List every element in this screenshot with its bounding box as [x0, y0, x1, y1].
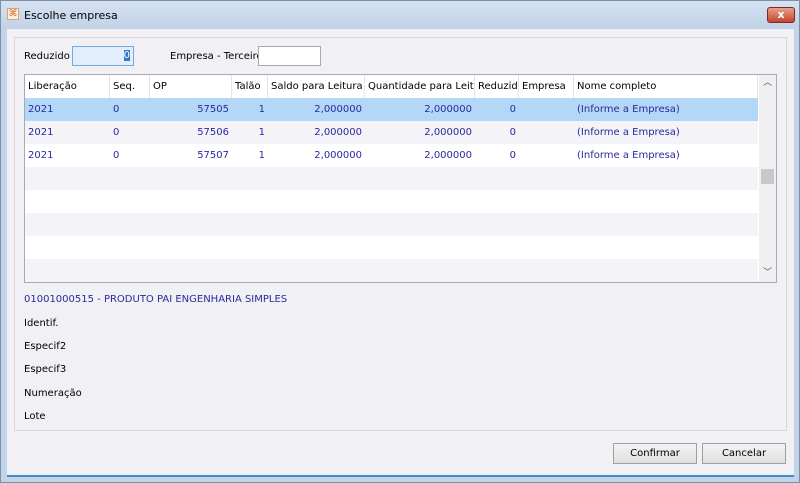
- table-cell: 0: [113, 150, 120, 161]
- table-row[interactable]: 2021 0 57507 1 2,000000 2,000000 0 (Informe a E…: [25, 144, 758, 167]
- column-header[interactable]: Liberação: [25, 75, 110, 98]
- window-title: Escolhe empresa: [24, 9, 118, 22]
- column-header[interactable]: Quantidade para Leitura: [365, 75, 475, 98]
- especif2-label: Especif2: [24, 341, 67, 352]
- scroll-thumb[interactable]: [761, 169, 774, 184]
- table-cell: 0: [509, 104, 516, 115]
- table-cell: 0: [113, 104, 120, 115]
- column-header[interactable]: Reduzido: [475, 75, 519, 98]
- table-cell: 1: [258, 127, 265, 138]
- table-cell: 0: [509, 150, 516, 161]
- scroll-down-icon[interactable]: ﹀: [759, 265, 776, 282]
- table-cell: 1: [258, 150, 265, 161]
- table-cell: [519, 121, 574, 144]
- grid-header: Liberação Seq. OP Talão Saldo para Leitura Qu…: [25, 75, 758, 98]
- table-row[interactable]: 2021 0 57506 1 2,000000 2,000000 0 (Informe a E…: [25, 121, 758, 144]
- column-header[interactable]: OP: [150, 75, 232, 98]
- reduzido-value: 0: [123, 50, 130, 61]
- column-header[interactable]: Empresa: [519, 75, 574, 98]
- empresa-terceiro-input[interactable]: [258, 46, 321, 66]
- table-cell: 2021: [28, 104, 54, 115]
- table-cell: 0: [509, 127, 516, 138]
- vertical-scrollbar[interactable]: ︿ ﹀: [759, 75, 776, 282]
- lote-label: Lote: [24, 411, 46, 422]
- table-cell: 57506: [197, 127, 229, 138]
- table-row[interactable]: 2021 0 57505 1 2,000000 2,000000 0 (Informe a E…: [25, 98, 758, 121]
- orders-grid: Liberação Seq. OP Talão Saldo para Leitura Qu…: [24, 74, 777, 283]
- table-cell: [519, 98, 574, 121]
- table-cell: 2,000000: [314, 150, 362, 161]
- table-cell: 2,000000: [314, 127, 362, 138]
- table-cell: (Informe a Empresa): [577, 104, 680, 115]
- table-cell: (Informe a Empresa): [577, 127, 680, 138]
- app-icon: ⌘: [7, 8, 19, 20]
- empresa-terceiro-label: Empresa - Terceiro: [170, 51, 263, 62]
- column-header[interactable]: Saldo para Leitura: [268, 75, 365, 98]
- table-cell: 2021: [28, 127, 54, 138]
- table-cell: 2,000000: [314, 104, 362, 115]
- table-cell: 2021: [28, 150, 54, 161]
- column-header[interactable]: Nome completo: [574, 75, 758, 98]
- confirmar-button[interactable]: Confirmar: [613, 443, 697, 464]
- column-header[interactable]: Seq.: [110, 75, 150, 98]
- close-button[interactable]: x: [767, 7, 795, 23]
- dialog-body: Reduzido 0 Empresa - Terceiro Liberação S…: [7, 29, 794, 477]
- cancelar-button[interactable]: Cancelar: [702, 443, 786, 464]
- column-header[interactable]: Talão: [232, 75, 268, 98]
- produto-label: 01001000515 - PRODUTO PAI ENGENHARIA SIM…: [24, 294, 288, 305]
- table-cell: 0: [113, 127, 120, 138]
- table-cell: (Informe a Empresa): [577, 150, 680, 161]
- table-cell: 2,000000: [424, 150, 472, 161]
- dialog-window: ⌘ Escolhe empresa x Reduzido 0 Empresa -…: [0, 0, 800, 483]
- reduzido-label: Reduzido: [24, 51, 70, 62]
- table-cell: 57505: [197, 104, 229, 115]
- especif3-label: Especif3: [24, 364, 67, 375]
- table-cell: 2,000000: [424, 104, 472, 115]
- scroll-up-icon[interactable]: ︿: [759, 75, 776, 92]
- reduzido-input[interactable]: 0: [72, 46, 134, 66]
- numeracao-label: Numeração: [24, 388, 82, 399]
- table-cell: 2,000000: [424, 127, 472, 138]
- title-bar[interactable]: ⌘ Escolhe empresa x: [1, 1, 799, 29]
- table-cell: 57507: [197, 150, 229, 161]
- table-cell: 1: [258, 104, 265, 115]
- identif-label: Identif.: [24, 318, 59, 329]
- table-cell: [519, 144, 574, 167]
